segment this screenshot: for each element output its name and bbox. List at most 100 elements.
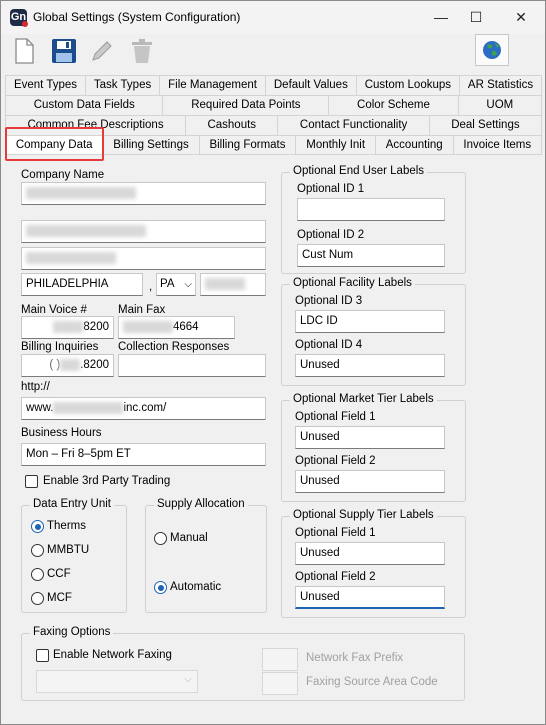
market-tier-labels-group: Optional Market Tier Labels Optional Fie… [281,393,466,502]
state-select[interactable]: PA ⌵ [156,273,196,296]
market-field1-label: Optional Field 1 [295,411,376,423]
globe-icon [483,41,501,59]
tab-custom-data-fields[interactable]: Custom Data Fields [5,95,164,115]
tab-contact-functionality[interactable]: Contact Functionality [277,115,430,135]
enable-network-faxing-label: Enable Network Faxing [53,649,172,661]
market-field1-input[interactable]: Unused [295,426,445,449]
data-entry-unit-group: Data Entry Unit Therms MMBTU CCF MCF [21,498,127,613]
therms-label: Therms [47,520,86,532]
tab-row-3: Common Fee Descriptions Cashouts Contact F… [5,115,543,135]
tab-deal-settings[interactable]: Deal Settings [428,115,543,135]
optional-id1-input[interactable] [297,198,445,221]
fax-provider-select[interactable]: ⌵ [36,670,198,693]
optional-id3-input[interactable]: LDC ID [295,310,445,333]
tab-task-types[interactable]: Task Types [84,75,161,95]
website-prefix: www. [26,402,54,414]
tab-cashouts[interactable]: Cashouts [185,115,279,135]
tab-uom[interactable]: UOM [457,95,543,115]
enable-third-party-label: Enable 3rd Party Trading [43,475,171,487]
zip-input[interactable] [200,273,266,296]
optional-id3-label: Optional ID 3 [295,295,363,307]
tab-billing-settings[interactable]: Billing Settings [102,135,200,155]
supply-tier-labels-group: Optional Supply Tier Labels Optional Fie… [281,509,466,618]
trash-icon[interactable] [129,38,157,66]
minimize-button[interactable]: — [423,5,459,29]
address-line-1-input[interactable] [21,220,266,243]
supply-tier-labels-title: Optional Supply Tier Labels [290,509,437,521]
main-fax-label: Main Fax [118,304,166,316]
tab-default-values[interactable]: Default Values [264,75,357,95]
tab-custom-lookups[interactable]: Custom Lookups [355,75,460,95]
market-tier-labels-title: Optional Market Tier Labels [290,393,437,405]
tab-billing-formats[interactable]: Billing Formats [198,135,297,155]
main-voice-input[interactable]: 8200 [21,316,114,339]
radio-ccf[interactable] [31,568,44,581]
ccf-label: CCF [47,568,71,580]
main-voice-label: Main Voice # [21,304,87,316]
enable-third-party-checkbox[interactable] [25,475,38,488]
tab-color-scheme[interactable]: Color Scheme [328,95,459,115]
manual-label: Manual [170,532,208,544]
collection-responses-label: Collection Responses [118,341,230,353]
maximize-button[interactable]: ☐ [458,5,494,29]
tab-invoice-items[interactable]: Invoice Items [452,135,542,155]
tab-accounting[interactable]: Accounting [374,135,454,155]
state-value: PA [160,278,175,290]
billing-inquiries-input[interactable]: ( ) .8200 [21,354,114,377]
radio-manual[interactable] [154,532,167,545]
optional-id4-input[interactable]: Unused [295,354,445,377]
tab-monthly-init[interactable]: Monthly Init [295,135,376,155]
city-state-comma: , [149,281,153,293]
facility-labels-title: Optional Facility Labels [290,277,415,289]
tab-file-management[interactable]: File Management [159,75,266,95]
market-field2-input[interactable]: Unused [295,470,445,493]
close-button[interactable]: ✕ [503,5,539,29]
mcf-label: MCF [47,592,72,604]
radio-mcf[interactable] [31,592,44,605]
tab-row-1: Event Types Task Types File Management Defa… [5,75,543,95]
website-input[interactable]: www. inc.com/ [21,397,266,420]
network-fax-prefix-input[interactable] [262,648,298,671]
radio-mmbtu[interactable] [31,544,44,557]
tab-company-data[interactable]: Company Data [5,135,104,155]
supply-field1-label: Optional Field 1 [295,527,376,539]
main-fax-value: 4664 [173,321,199,333]
mmbtu-label: MMBTU [47,544,90,556]
radio-therms[interactable] [31,520,44,533]
supply-allocation-group: Supply Allocation Manual Automatic [145,498,267,613]
tab-common-fee-descriptions[interactable]: Common Fee Descriptions [5,115,187,135]
radio-automatic[interactable] [154,581,167,594]
supply-field2-input[interactable]: Unused [295,586,445,609]
optional-id2-input[interactable]: Cust Num [297,244,445,267]
website-suffix: inc.com/ [123,402,167,414]
tab-event-types[interactable]: Event Types [5,75,86,95]
company-name-input[interactable] [21,182,266,205]
end-user-labels-group: Optional End User Labels Optional ID 1 O… [281,165,466,274]
collection-responses-input[interactable] [118,354,266,377]
main-fax-input[interactable]: 4664 [118,316,235,339]
optional-id1-label: Optional ID 1 [297,183,365,195]
business-hours-input[interactable]: Mon – Fri 8–5pm ET [21,443,266,466]
supply-field1-input[interactable]: Unused [295,542,445,565]
billing-inquiries-prefix: ( ) [49,359,61,371]
faxing-options-group: Faxing Options Enable Network Faxing ⌵ N… [21,626,465,701]
facility-labels-group: Optional Facility Labels Optional ID 3 L… [281,277,466,386]
save-icon[interactable] [51,38,79,66]
fax-area-code-input[interactable] [262,672,298,695]
global-settings-window: Gn Global Settings (System Configuration… [0,0,546,725]
network-fax-prefix-label: Network Fax Prefix [306,652,404,664]
address-line-2-input[interactable] [21,247,266,270]
optional-id2-label: Optional ID 2 [297,229,365,241]
window-title: Global Settings (System Configuration) [33,10,241,24]
city-input[interactable]: PHILADELPHIA [21,273,143,296]
title-bar: Gn Global Settings (System Configuration… [1,1,545,34]
tab-required-data-points[interactable]: Required Data Points [162,95,330,115]
tab-ar-statistics[interactable]: AR Statistics [458,75,543,95]
enable-network-faxing-checkbox[interactable] [36,649,49,662]
new-document-icon[interactable] [13,38,41,66]
tab-row-4: Company Data Billing Settings Billing Form… [5,135,542,155]
edit-pencil-icon[interactable] [89,38,117,66]
fax-area-code-label: Faxing Source Area Code [306,676,438,688]
tab-row-2: Custom Data Fields Required Data Points Co… [5,95,543,115]
globe-button[interactable] [475,34,509,66]
